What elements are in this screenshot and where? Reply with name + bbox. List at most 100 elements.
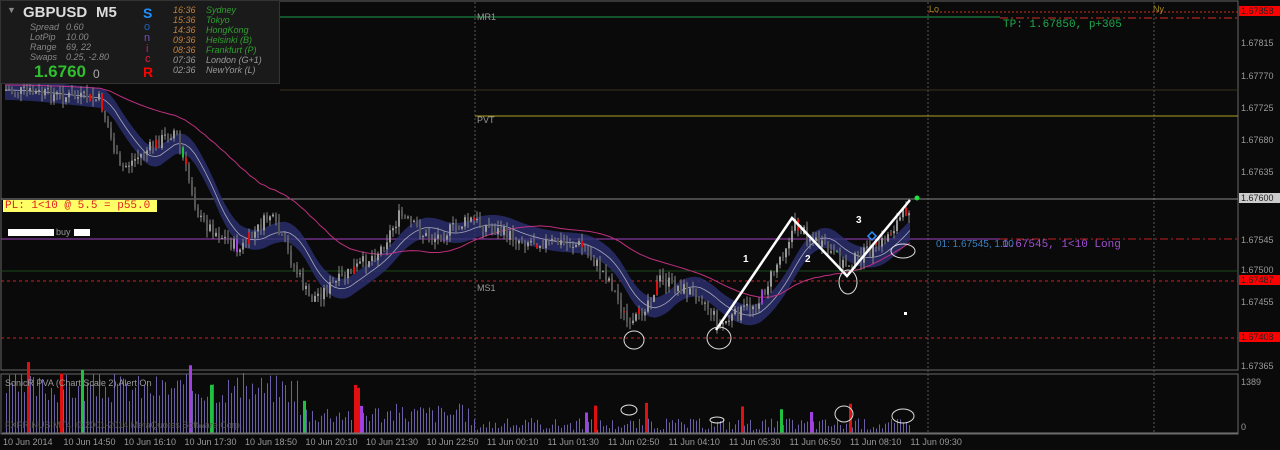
candle-body <box>200 215 202 218</box>
volume-bar <box>843 428 844 433</box>
volume-bar <box>561 427 562 433</box>
candle-body <box>398 210 400 227</box>
volume-bar <box>888 422 889 433</box>
volume-bar <box>564 425 565 433</box>
time-tick: 10 Jun 2014 <box>3 437 53 447</box>
volume-bar <box>747 423 748 433</box>
volume-bar <box>705 429 706 433</box>
price-tick: 1.67635 <box>1241 167 1274 177</box>
candle-body <box>17 93 19 95</box>
candle-body <box>320 293 322 300</box>
candle-body <box>743 305 745 307</box>
volume-bar <box>483 424 484 433</box>
candle-body <box>302 273 304 290</box>
candle-body <box>689 288 691 295</box>
volume-bar <box>501 426 502 433</box>
volume-bar <box>768 427 769 433</box>
volume-bar <box>348 411 349 433</box>
candle-body <box>263 215 265 231</box>
volume-bar <box>468 408 469 433</box>
mid-price-marker: 1.67487 <box>1239 275 1280 285</box>
candle-body <box>527 242 529 247</box>
candle-body <box>419 226 421 237</box>
volume-bar <box>576 420 577 433</box>
volume-bar <box>489 421 490 433</box>
volume-bar <box>639 418 640 433</box>
volume-bar <box>285 385 286 433</box>
volume-bar <box>381 422 382 433</box>
candle-body <box>890 233 892 235</box>
candle-body <box>608 278 610 281</box>
candle-body <box>407 216 409 218</box>
volume-bar <box>378 408 379 433</box>
time-tick: 10 Jun 22:50 <box>426 437 479 447</box>
volume-bar <box>873 427 874 433</box>
volume-bar <box>300 414 301 433</box>
candle-body <box>197 207 199 218</box>
candle-body <box>80 92 82 98</box>
candle-body <box>281 234 283 236</box>
candle-body <box>356 263 358 267</box>
candle-body <box>524 243 526 247</box>
candle-body <box>191 180 193 195</box>
timeframe: M5 <box>96 4 117 21</box>
candle-body <box>740 306 742 321</box>
candle-body <box>605 270 607 281</box>
volume-bar <box>357 387 360 433</box>
candle-body <box>602 270 604 272</box>
candle-body <box>638 308 640 314</box>
candle-body <box>32 88 34 94</box>
candle-body <box>128 165 130 167</box>
buy-label: buy <box>56 227 71 237</box>
candle-body <box>215 232 217 237</box>
session-name: NewYork (L) <box>206 65 256 75</box>
candle-body <box>746 303 748 306</box>
candle-body <box>536 244 538 249</box>
info-panel: ▼ GBPUSD M5 Spread 0.60 LotPip 10.00 Ran… <box>0 0 280 84</box>
candle-body <box>896 220 898 232</box>
volume-bar <box>630 420 631 433</box>
candle-body <box>20 87 22 94</box>
volume-bar <box>354 384 357 433</box>
candle-body <box>785 248 787 258</box>
volume-bar <box>492 427 493 433</box>
candle-body <box>47 88 49 90</box>
volume-bar <box>897 418 898 433</box>
volume-bar <box>795 429 796 433</box>
volume-bar <box>621 427 622 433</box>
time-tick: 11 Jun 00:10 <box>487 437 539 447</box>
volume-bar <box>441 407 442 433</box>
candle-body <box>755 306 757 309</box>
candle-body <box>125 166 127 168</box>
volume-bar <box>432 410 433 433</box>
volume-bar <box>540 424 541 433</box>
volume-bar <box>372 414 373 433</box>
volume-bar <box>771 418 772 433</box>
volume-bar <box>852 427 853 433</box>
candle-body <box>410 216 412 222</box>
volume-bar <box>582 429 583 433</box>
candle-body <box>89 94 91 101</box>
candle-body <box>770 271 772 287</box>
volume-bar <box>588 421 589 433</box>
volume-bar <box>672 420 673 433</box>
candle-body <box>503 226 505 235</box>
candle-body <box>680 285 682 294</box>
volume-bar <box>807 421 808 433</box>
time-tick: 11 Jun 06:50 <box>789 437 841 447</box>
candle-body <box>575 244 577 247</box>
candle-body <box>881 237 883 247</box>
volume-bar <box>678 419 679 433</box>
candle-body <box>893 231 895 234</box>
volume-bar <box>663 428 664 433</box>
candle-body <box>260 224 262 231</box>
candle-body <box>614 290 616 292</box>
candle-body <box>377 253 379 261</box>
candle-body <box>479 218 481 227</box>
volume-bar <box>669 422 670 433</box>
candle-body <box>158 139 160 149</box>
collapse-icon[interactable]: ▼ <box>7 5 16 15</box>
volume-bar <box>702 427 703 433</box>
candle-body <box>233 239 235 249</box>
volume-bar <box>522 425 523 433</box>
